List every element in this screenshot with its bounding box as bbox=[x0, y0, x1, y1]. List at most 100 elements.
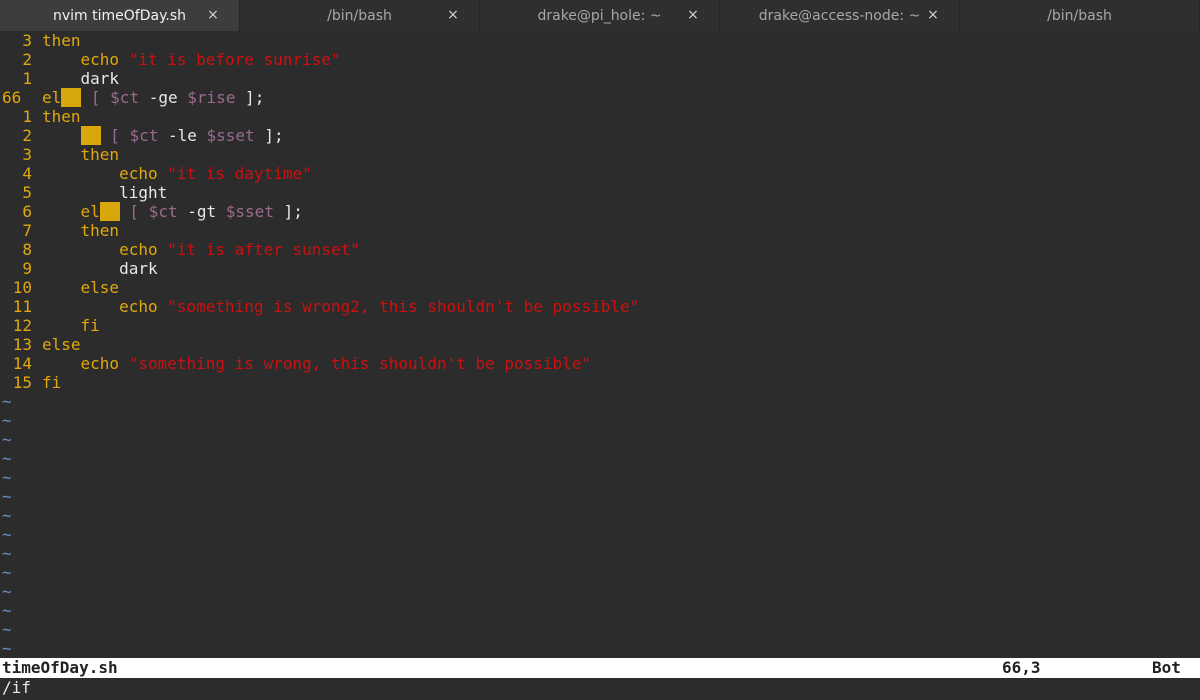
line-number: 7 bbox=[22, 221, 32, 240]
line-number: 14 bbox=[12, 354, 32, 373]
code-line[interactable]: 8 echo "it is after sunset" bbox=[0, 240, 1200, 259]
code-line[interactable]: 12 fi bbox=[0, 316, 1200, 335]
code-line[interactable]: 2 echo "it is before sunrise" bbox=[0, 50, 1200, 69]
tilde-marker: ~ bbox=[2, 411, 12, 430]
code-token: else bbox=[80, 278, 120, 297]
code-line[interactable]: 3 then bbox=[0, 145, 1200, 164]
close-icon[interactable]: × bbox=[205, 7, 221, 23]
search-match-highlight bbox=[61, 88, 82, 107]
tilde-marker: ~ bbox=[2, 506, 12, 525]
terminal-tab-1[interactable]: nvim timeOfDay.sh × bbox=[0, 0, 240, 31]
terminal-tab-2[interactable]: /bin/bash × bbox=[240, 0, 480, 31]
close-icon[interactable]: × bbox=[685, 7, 701, 23]
code-line[interactable]: 1 dark bbox=[0, 69, 1200, 88]
tab-label: drake@pi_hole: ~ bbox=[537, 7, 662, 24]
code-line[interactable]: 13 else bbox=[0, 335, 1200, 354]
tilde-marker: ~ bbox=[2, 392, 12, 411]
code-line[interactable]: 1 then bbox=[0, 107, 1200, 126]
line-number: 8 bbox=[22, 240, 32, 259]
code-text: echo "it is before sunrise" bbox=[42, 50, 341, 69]
empty-buffer-line: ~ bbox=[0, 563, 1200, 582]
tilde-marker: ~ bbox=[2, 620, 12, 639]
empty-buffer-line: ~ bbox=[0, 620, 1200, 639]
search-match-highlight bbox=[80, 126, 101, 145]
line-number: 9 bbox=[22, 259, 32, 278]
code-line[interactable]: 11 echo "something is wrong2, this shoul… bbox=[0, 297, 1200, 316]
code-token: $sset bbox=[225, 202, 274, 221]
empty-buffer-line: ~ bbox=[0, 639, 1200, 658]
close-icon[interactable]: × bbox=[925, 7, 941, 23]
code-token: then bbox=[80, 221, 120, 240]
code-text: echo "it is daytime" bbox=[42, 164, 312, 183]
line-number: 4 bbox=[22, 164, 32, 183]
code-line[interactable]: 6 el [ $ct -gt $sset ]; bbox=[0, 202, 1200, 221]
tab-label: drake@access-node: ~ bbox=[758, 7, 921, 24]
terminal-tab-5[interactable]: /bin/bash bbox=[960, 0, 1200, 31]
code-token: -gt bbox=[177, 202, 226, 221]
tilde-marker: ~ bbox=[2, 430, 12, 449]
nvim-statusline: timeOfDay.sh 66,3 Bot bbox=[0, 658, 1200, 678]
code-token: [ bbox=[100, 126, 130, 145]
code-text: else bbox=[42, 335, 81, 354]
code-token: fi bbox=[80, 316, 100, 335]
terminal-tab-4[interactable]: drake@access-node: ~ × bbox=[720, 0, 960, 31]
code-line[interactable]: 2 [ $ct -le $sset ]; bbox=[0, 126, 1200, 145]
code-line[interactable]: 7 then bbox=[0, 221, 1200, 240]
code-line[interactable]: 3 then bbox=[0, 31, 1200, 50]
code-token: echo bbox=[80, 50, 129, 69]
code-token: $ct bbox=[148, 202, 178, 221]
line-number: 5 bbox=[22, 183, 32, 202]
code-line[interactable]: 15 fi bbox=[0, 373, 1200, 392]
code-token: "something is wrong2, this shouldn't be … bbox=[167, 297, 640, 316]
code-text: then bbox=[42, 145, 120, 164]
code-line[interactable]: 66 el [ $ct -ge $rise ]; bbox=[0, 88, 1200, 107]
tilde-marker: ~ bbox=[2, 449, 12, 468]
code-line[interactable]: 9 dark bbox=[0, 259, 1200, 278]
close-icon[interactable]: × bbox=[445, 7, 461, 23]
line-number: 15 bbox=[12, 373, 32, 392]
code-token: "it is before sunrise" bbox=[128, 50, 341, 69]
code-token: -ge bbox=[139, 88, 188, 107]
code-line[interactable]: 4 echo "it is daytime" bbox=[0, 164, 1200, 183]
terminal-tab-3[interactable]: drake@pi_hole: ~ × bbox=[480, 0, 720, 31]
code-token: then bbox=[80, 145, 120, 164]
line-number: 66 bbox=[2, 88, 22, 107]
code-line[interactable]: 10 else bbox=[0, 278, 1200, 297]
code-token: echo bbox=[119, 297, 168, 316]
command-line-text: /if bbox=[2, 678, 31, 697]
line-number: 1 bbox=[22, 69, 32, 88]
code-text: el [ $ct -ge $rise ]; bbox=[42, 88, 264, 107]
status-filename: timeOfDay.sh bbox=[2, 658, 118, 677]
code-text: then bbox=[42, 107, 81, 126]
code-token: el bbox=[80, 202, 100, 221]
nvim-editor-buffer[interactable]: 3 then 2 echo "it is before sunrise" 1 dark… bbox=[0, 31, 1200, 658]
code-text: fi bbox=[42, 373, 61, 392]
code-text: light bbox=[42, 183, 167, 202]
nvim-command-line[interactable]: /if bbox=[0, 678, 1200, 700]
code-text: [ $ct -le $sset ]; bbox=[42, 126, 284, 145]
line-number: 12 bbox=[12, 316, 32, 335]
terminal-tab-bar: nvim timeOfDay.sh ×/bin/bash × drake@pi_hol… bbox=[0, 0, 1200, 32]
code-line[interactable]: 14 echo "something is wrong, this should… bbox=[0, 354, 1200, 373]
code-token: echo bbox=[119, 164, 168, 183]
code-line[interactable]: 5 light bbox=[0, 183, 1200, 202]
code-token: light bbox=[119, 183, 168, 202]
code-text: then bbox=[42, 31, 81, 50]
empty-buffer-line: ~ bbox=[0, 468, 1200, 487]
code-text: echo "something is wrong, this shouldn't… bbox=[42, 354, 592, 373]
line-number: 3 bbox=[22, 145, 32, 164]
code-token: else bbox=[42, 335, 81, 354]
tilde-marker: ~ bbox=[2, 582, 12, 601]
line-number: 6 bbox=[22, 202, 32, 221]
code-token: dark bbox=[80, 69, 120, 88]
